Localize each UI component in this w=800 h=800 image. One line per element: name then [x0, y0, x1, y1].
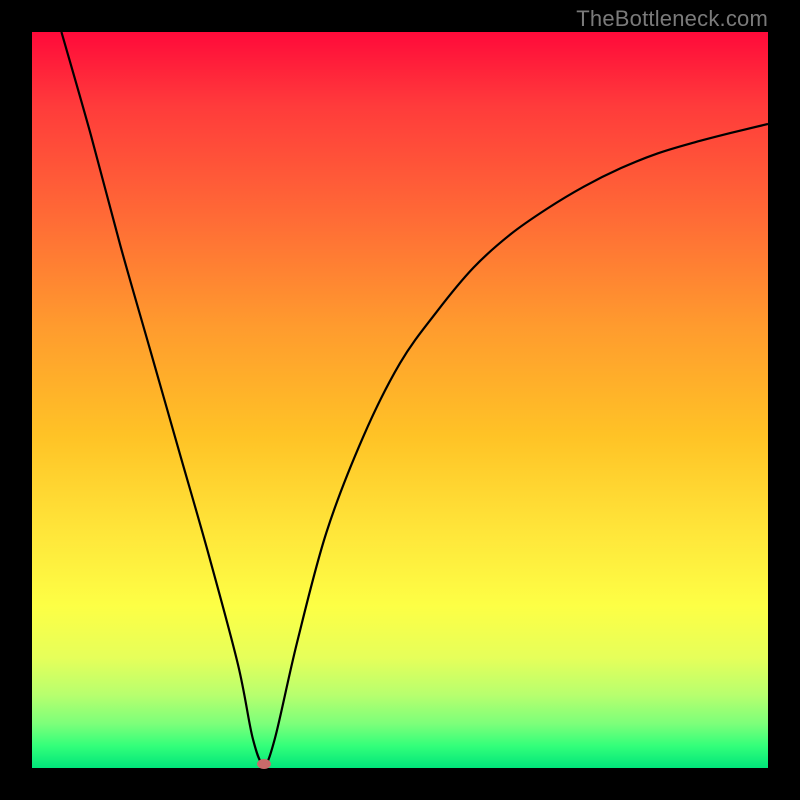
- min-marker-icon: [257, 759, 271, 769]
- bottleneck-curve: [32, 32, 768, 768]
- curve-path: [61, 32, 768, 764]
- chart-frame: TheBottleneck.com: [0, 0, 800, 800]
- watermark-text: TheBottleneck.com: [576, 6, 768, 32]
